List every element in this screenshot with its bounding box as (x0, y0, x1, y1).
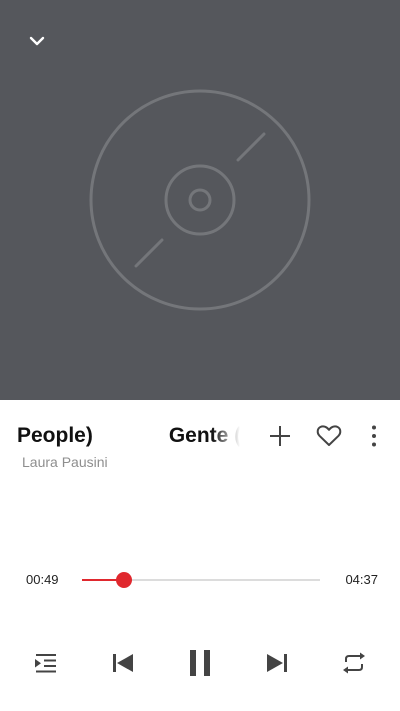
heart-icon (316, 425, 342, 446)
pause-icon (190, 650, 210, 676)
track-title: Gente (Good People) (18, 424, 93, 447)
total-time: 04:37 (345, 572, 378, 587)
previous-button[interactable] (103, 643, 143, 683)
skip-previous-icon (113, 654, 133, 672)
skip-next-icon (267, 654, 287, 672)
next-button[interactable] (257, 643, 297, 683)
queue-list-icon (35, 654, 56, 673)
track-title-marquee: Gente (Good People)Gente (Good People) (18, 422, 240, 452)
queue-button[interactable] (26, 643, 66, 683)
disc-icon (89, 89, 311, 311)
repeat-icon (343, 652, 365, 674)
now-playing-screen: Gente (Good People)Gente (Good People) L… (0, 0, 400, 711)
chevron-down-icon (29, 36, 45, 46)
add-to-playlist-button[interactable] (262, 420, 298, 452)
track-title-scroll: Gente (Good People)Gente (Good People) (18, 422, 240, 450)
repeat-button[interactable] (334, 643, 374, 683)
collapse-button[interactable] (18, 22, 56, 60)
favorite-button[interactable] (311, 420, 347, 452)
play-pause-button[interactable] (180, 643, 220, 683)
track-artist[interactable]: Laura Pausini (22, 454, 108, 470)
track-info: Gente (Good People)Gente (Good People) L… (0, 400, 400, 480)
title-fade (212, 422, 240, 452)
progress-thumb[interactable] (116, 572, 133, 588)
more-vertical-icon (372, 425, 376, 447)
current-time: 00:49 (26, 572, 59, 587)
more-options-button[interactable] (356, 420, 392, 452)
progress-slider[interactable] (82, 568, 320, 592)
album-artwork (0, 0, 400, 400)
plus-icon (270, 426, 290, 446)
